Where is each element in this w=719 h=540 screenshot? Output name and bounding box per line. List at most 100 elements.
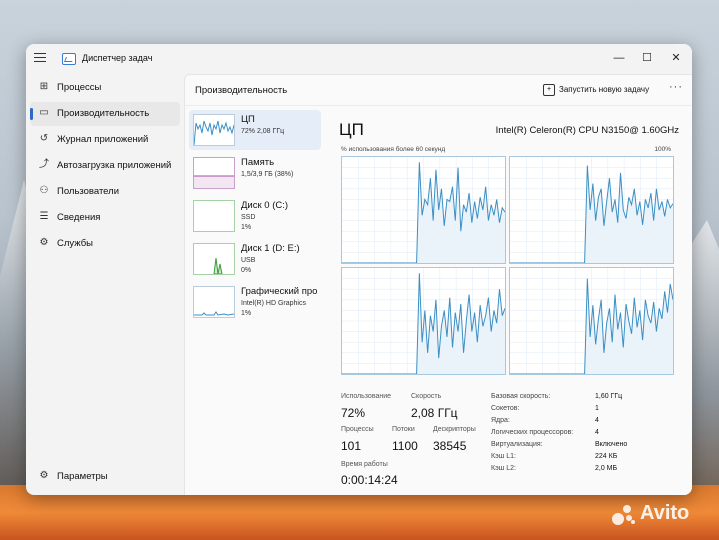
- cpu-heading: ЦП: [339, 120, 364, 139]
- more-options-button[interactable]: ···: [669, 81, 683, 93]
- memory-sparkline: [193, 157, 235, 189]
- sidebar-item-performance[interactable]: ▭ Производительность: [30, 102, 180, 126]
- perf-card-disk1[interactable]: Диск 1 (D: E:) USB 0%: [189, 239, 321, 279]
- spec-label: Сокетов:: [491, 405, 520, 412]
- threads-value: 1100: [392, 439, 418, 453]
- task-manager-app-icon: [62, 53, 76, 65]
- spec-label: Виртуализация:: [491, 441, 543, 448]
- handles-label: Дескрипторы: [433, 426, 476, 433]
- users-icon: ⚇: [39, 185, 49, 196]
- services-icon: ⚙: [39, 237, 49, 248]
- details-icon: ☰: [39, 211, 49, 222]
- spec-label: Кэш L2:: [491, 465, 516, 472]
- sidebar-item-label: Процессы: [57, 82, 102, 93]
- perf-card-gpu[interactable]: Графический про Intel(R) HD Graphics 1%: [189, 282, 321, 322]
- spec-value: 2,0 МБ: [595, 465, 618, 472]
- sidebar-item-label: Сведения: [57, 212, 101, 223]
- perf-card-disk0[interactable]: Диск 0 (C:) SSD 1%: [189, 196, 321, 236]
- sidebar-item-label: Журнал приложений: [57, 134, 149, 145]
- disk1-sparkline: [193, 243, 235, 275]
- sidebar-item-processes[interactable]: ⊞ Процессы: [30, 76, 180, 100]
- sidebar-item-settings[interactable]: ⚙ Параметры: [30, 465, 180, 489]
- spec-value: 224 КБ: [595, 453, 618, 460]
- perf-card-name: ЦП: [241, 114, 255, 125]
- perf-card-name: Диск 1 (D: E:): [241, 243, 300, 254]
- perf-card-value: 72% 2,08 ГГц: [241, 128, 285, 135]
- active-indicator: [30, 108, 33, 120]
- perf-card-type: Intel(R) HD Graphics: [241, 300, 306, 307]
- sidebar-item-label: Службы: [57, 238, 93, 249]
- close-button[interactable]: ✕: [665, 48, 687, 68]
- performance-list: ЦП 72% 2,08 ГГц Память 1,5/3,9 ГБ (38%) …: [185, 106, 325, 495]
- perf-card-name: Память: [241, 157, 275, 168]
- minimize-button[interactable]: —: [608, 48, 630, 68]
- sidebar-item-users[interactable]: ⚇ Пользователи: [30, 180, 180, 204]
- avito-logo-text: Avito: [640, 502, 690, 524]
- run-task-label: Запустить новую задачу: [559, 85, 650, 94]
- perf-card-type: USB: [241, 257, 256, 264]
- cpu-core-graph: [341, 267, 506, 375]
- spec-value: 1: [595, 405, 599, 412]
- window-title: Диспетчер задач: [82, 53, 153, 63]
- spec-value: 4: [595, 417, 599, 424]
- sidebar-item-services[interactable]: ⚙ Службы: [30, 232, 180, 256]
- speed-label: Скорость: [411, 393, 442, 400]
- disk0-sparkline: [193, 200, 235, 232]
- spec-label: Кэш L1:: [491, 453, 516, 460]
- sidebar-item-startup[interactable]: ⤴ Автозагрузка приложений: [30, 154, 180, 178]
- perf-card-value: 1%: [241, 310, 252, 317]
- maximize-button[interactable]: ☐: [636, 48, 658, 68]
- spec-label: Ядра:: [491, 417, 510, 424]
- spec-label: Логических процессоров:: [491, 429, 574, 436]
- perf-card-memory[interactable]: Память 1,5/3,9 ГБ (38%): [189, 153, 321, 193]
- perf-card-value: 0%: [241, 267, 252, 274]
- sidebar-item-details[interactable]: ☰ Сведения: [30, 206, 180, 230]
- sidebar-item-label: Автозагрузка приложений: [57, 160, 172, 171]
- graph-caption: % использования более 60 секунд: [341, 146, 446, 153]
- sidebar-item-app-history[interactable]: ↺ Журнал приложений: [30, 128, 180, 152]
- spec-value: 1,60 ГГц: [595, 393, 623, 400]
- cpu-core-graph: [509, 156, 674, 264]
- avito-logo-icon: [612, 505, 636, 527]
- sidebar-item-label: Производительность: [57, 108, 150, 119]
- perf-card-value: 1,5/3,9 ГБ (38%): [241, 171, 294, 178]
- task-manager-window: Диспетчер задач — ☐ ✕ ⊞ Процессы ▭ Произ…: [26, 44, 692, 495]
- content-pane: Производительность + Запустить новую зад…: [184, 74, 692, 495]
- sidebar-item-label: Параметры: [57, 471, 108, 482]
- sidebar-item-label: Пользователи: [57, 186, 120, 197]
- content-header: Производительность + Запустить новую зад…: [185, 75, 692, 106]
- performance-icon: ▭: [39, 107, 49, 118]
- title-bar: Диспетчер задач — ☐ ✕: [26, 44, 692, 74]
- perf-card-name: Графический про: [241, 286, 318, 297]
- speed-value: 2,08 ГГц: [411, 406, 458, 420]
- cpu-core-graph: [341, 156, 506, 264]
- cpu-core-graph: [509, 267, 674, 375]
- perf-card-type: SSD: [241, 214, 256, 221]
- spec-value: 4: [595, 429, 599, 436]
- app-history-icon: ↺: [39, 133, 49, 144]
- cpu-sparkline: [193, 114, 235, 146]
- cpu-detail-panel: ЦП Intel(R) Celeron(R) CPU N3150@ 1.60GH…: [333, 106, 689, 495]
- handles-value: 38545: [433, 439, 467, 453]
- processes-value: 101: [341, 439, 362, 453]
- perf-card-value: 1%: [241, 224, 252, 231]
- graph-max-label: 100%: [654, 146, 671, 153]
- perf-card-cpu[interactable]: ЦП 72% 2,08 ГГц: [189, 110, 321, 150]
- spec-label: Базовая скорость:: [491, 393, 551, 400]
- threads-label: Потоки: [392, 426, 415, 433]
- run-task-icon: +: [543, 84, 555, 96]
- perf-card-name: Диск 0 (C:): [241, 200, 289, 211]
- cpu-model: Intel(R) Celeron(R) CPU N3150@ 1.60GHz: [495, 125, 679, 136]
- settings-icon: ⚙: [39, 470, 49, 481]
- page-title: Производительность: [195, 85, 288, 96]
- uptime-value: 0:00:14:24: [341, 473, 398, 487]
- startup-icon: ⤴: [39, 159, 49, 170]
- uptime-label: Время работы: [341, 461, 388, 468]
- processes-label: Процессы: [341, 426, 374, 433]
- processes-icon: ⊞: [39, 81, 49, 92]
- hamburger-menu-icon[interactable]: [34, 53, 46, 63]
- utilization-value: 72%: [341, 406, 366, 420]
- gpu-sparkline: [193, 286, 235, 318]
- utilization-label: Использование: [341, 393, 392, 400]
- spec-value: Включено: [595, 441, 628, 448]
